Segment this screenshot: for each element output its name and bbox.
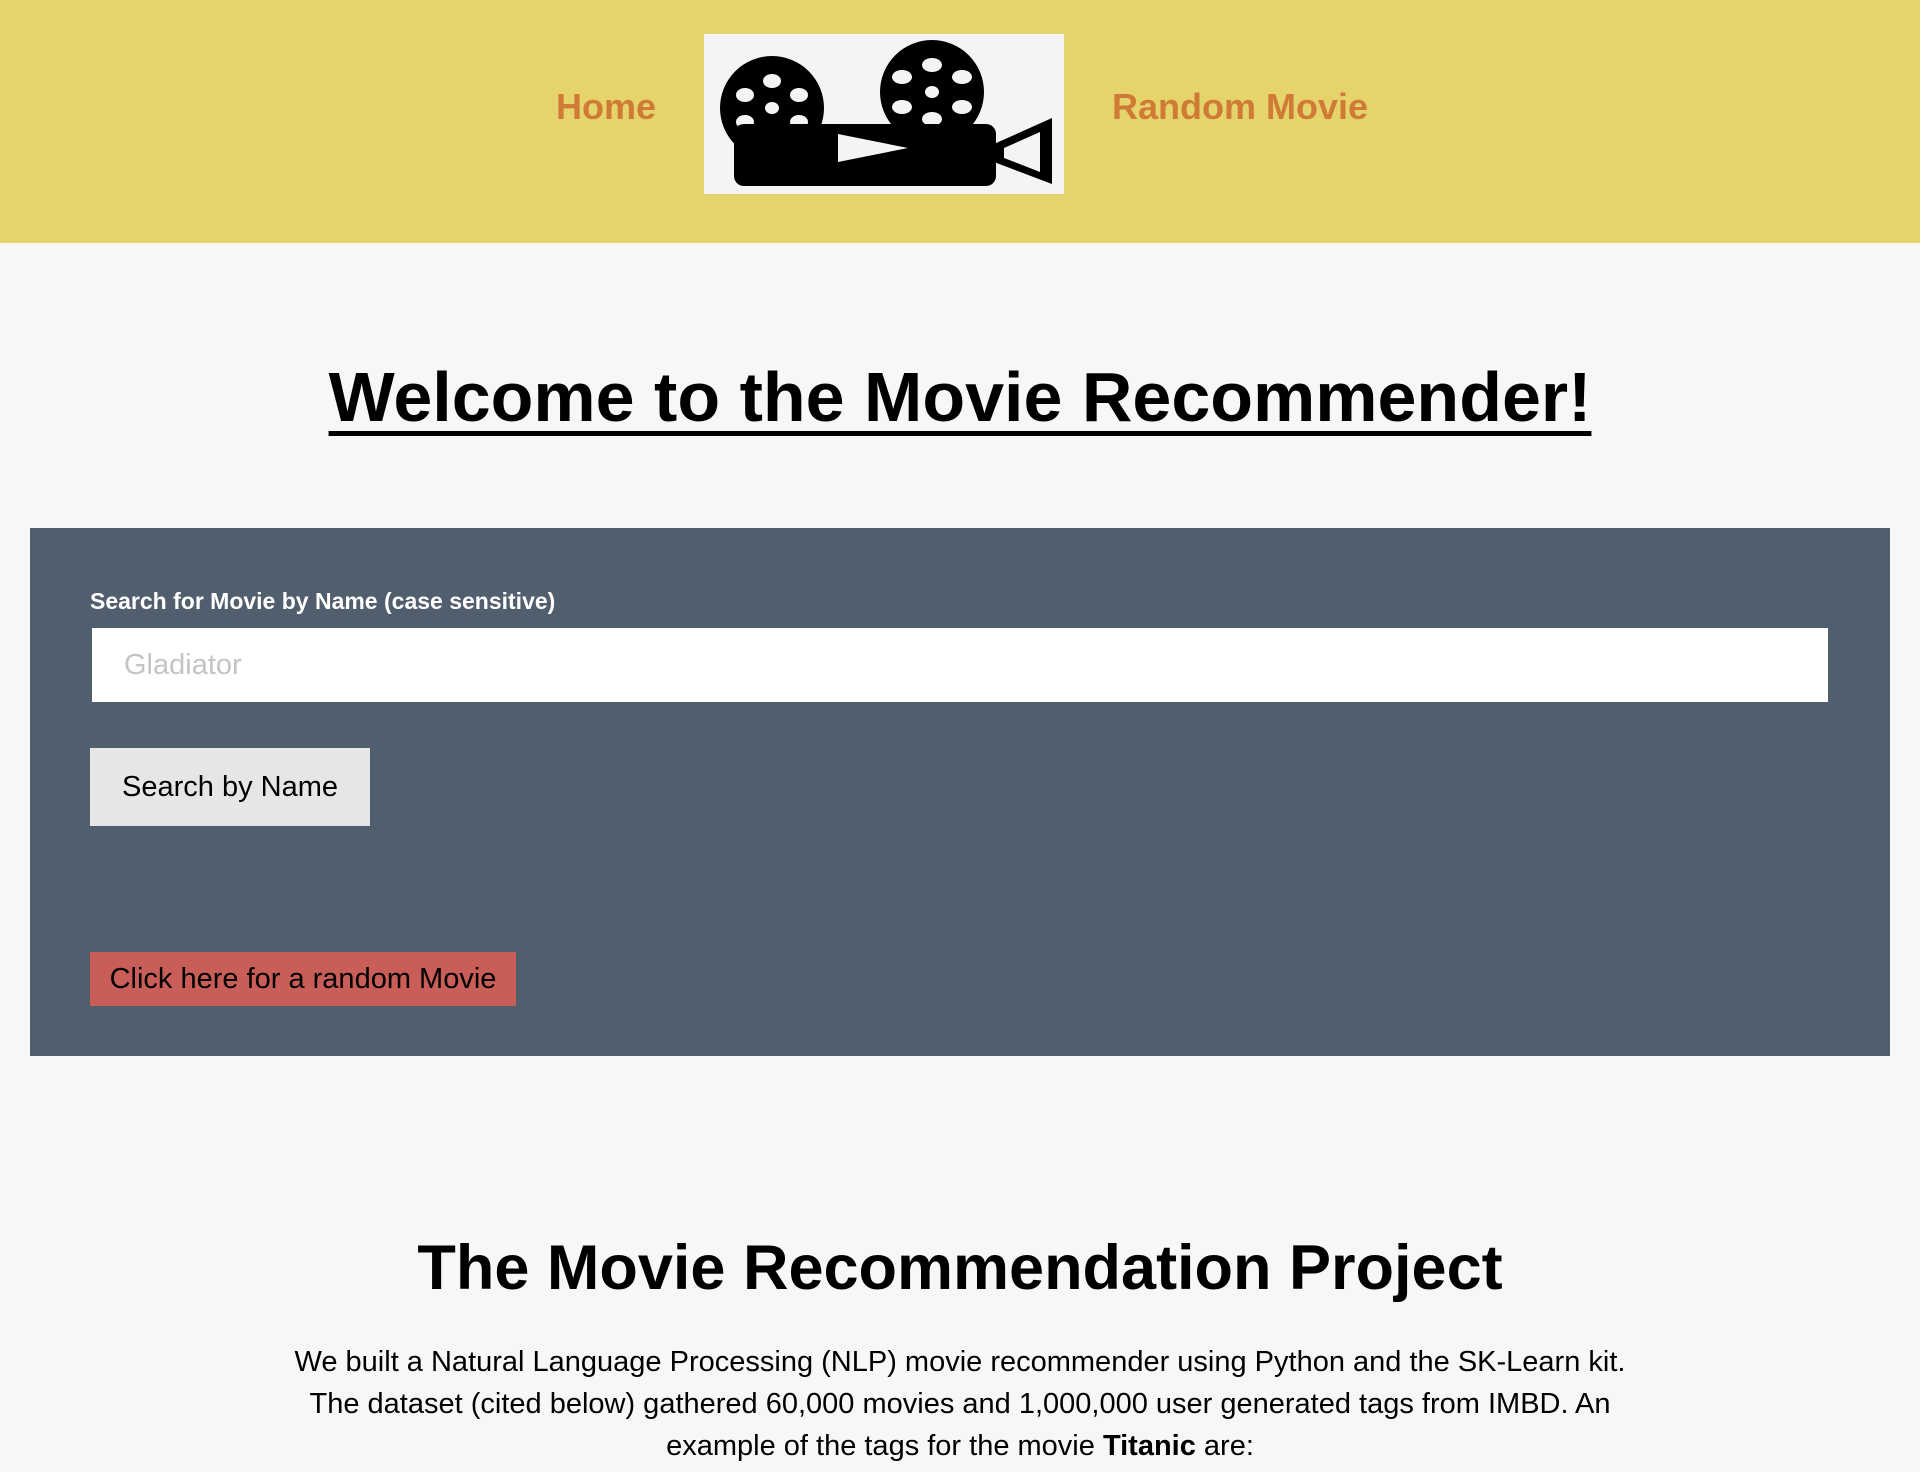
random-movie-button[interactable]: Click here for a random Movie — [90, 952, 516, 1006]
search-input[interactable] — [92, 628, 1828, 702]
top-navigation-bar: Home Random Movie — [0, 0, 1920, 243]
site-logo[interactable] — [704, 34, 1064, 194]
project-description-text: We built a Natural Language Processing (… — [294, 1346, 1626, 1462]
search-by-name-button[interactable]: Search by Name — [90, 748, 370, 826]
search-label: Search for Movie by Name (case sensitive… — [90, 588, 556, 614]
project-description-ending: are: — [1195, 1430, 1254, 1462]
project-description: We built a Natural Language Processing (… — [270, 1341, 1650, 1467]
page-title: Welcome to the Movie Recommender! — [328, 357, 1592, 436]
project-heading: The Movie Recommendation Project — [417, 1233, 1503, 1304]
nav-random-movie-link[interactable]: Random Movie — [1112, 86, 1368, 128]
search-panel: Search for Movie by Name (case sensitive… — [30, 528, 1890, 1056]
film-projector-icon — [720, 40, 1052, 186]
nav-home-link[interactable]: Home — [556, 86, 656, 128]
project-description-movie-title: Titanic — [1102, 1430, 1196, 1462]
